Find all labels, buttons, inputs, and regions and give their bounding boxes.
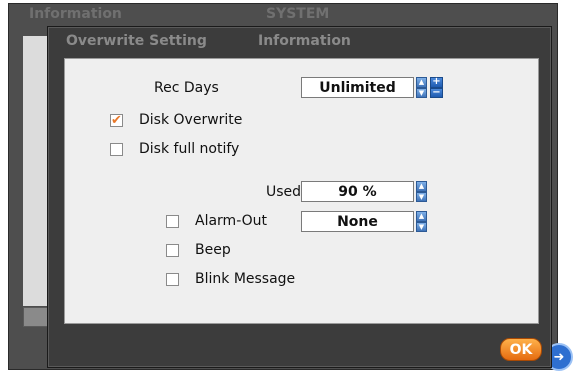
rec-days-label: Rec Days [154,80,219,96]
spin-down-icon[interactable]: ▼ [416,87,427,98]
beep-checkbox[interactable] [166,244,179,257]
spin-up-icon[interactable]: ▲ [416,181,427,192]
alarm-out-checkbox[interactable] [166,215,179,228]
bg-tab-system[interactable]: SYSTEM [266,6,329,22]
disk-overwrite-checkbox[interactable]: ✔ [110,114,123,127]
alarm-out-spinner[interactable]: ▲ ▼ [416,211,427,232]
rec-days-plus-minus[interactable]: + − [430,77,443,98]
disk-overwrite-label: Disk Overwrite [139,112,243,128]
settings-panel: Rec Days Unlimited ▲ ▼ + − ✔ Disk Overwr… [64,58,539,324]
spin-down-icon[interactable]: ▼ [416,221,427,232]
alarm-out-field[interactable]: None [301,211,414,232]
alarm-out-label: Alarm-Out [195,213,268,229]
blink-message-checkbox[interactable] [166,273,179,286]
rec-days-spinner[interactable]: ▲ ▼ [416,77,427,98]
disk-full-notify-label: Disk full notify [139,141,240,157]
tab-overwrite-setting[interactable]: Overwrite Setting [66,33,207,49]
used-spinner[interactable]: ▲ ▼ [416,181,427,202]
ok-button[interactable]: OK [500,338,542,361]
spin-up-icon[interactable]: ▲ [416,77,427,88]
rec-days-field[interactable]: Unlimited [301,77,414,98]
used-field[interactable]: 90 % [301,181,414,202]
minus-icon[interactable]: − [430,87,443,98]
check-icon: ✔ [111,113,122,128]
spin-down-icon[interactable]: ▼ [416,191,427,202]
bg-tab-information[interactable]: Information [29,6,122,22]
used-label: Used [266,184,302,200]
beep-label: Beep [195,242,231,258]
plus-icon[interactable]: + [430,77,443,88]
bg-scroll-button[interactable] [23,307,49,327]
spin-up-icon[interactable]: ▲ [416,211,427,222]
blink-message-label: Blink Message [195,271,296,287]
tab-information[interactable]: Information [258,33,351,49]
disk-full-notify-checkbox[interactable] [110,143,123,156]
overwrite-setting-dialog: Overwrite Setting Information Rec Days U… [47,26,552,368]
